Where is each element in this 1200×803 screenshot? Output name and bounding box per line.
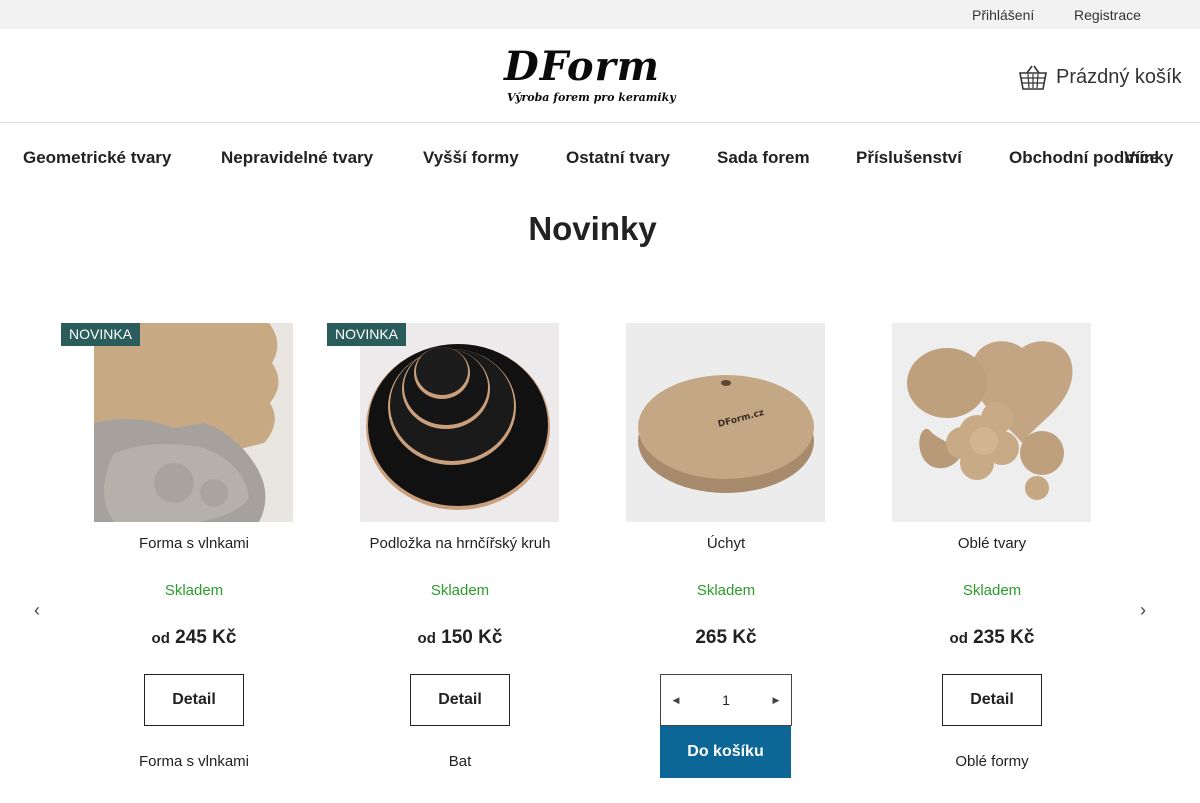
product-card: Oblé tvary Skladem od 235 Kč Detail Oblé… xyxy=(892,323,1092,803)
logo-title: DForm xyxy=(504,43,660,90)
site-header: DForm Výroba forem pro keramiky Prázdný … xyxy=(0,29,1200,123)
stock-status: Skladem xyxy=(430,582,490,599)
login-link[interactable]: Přihlášení xyxy=(972,7,1034,23)
price-value: 150 Kč xyxy=(441,627,503,648)
nav-item-vyssi-formy[interactable]: Vyšší formy xyxy=(423,148,519,168)
product-price: od 235 Kč xyxy=(892,627,1092,649)
nav-more[interactable]: Více xyxy=(1124,148,1159,168)
register-link[interactable]: Registrace xyxy=(1074,7,1141,23)
detail-button[interactable]: Detail xyxy=(942,674,1042,726)
stock-status: Skladem xyxy=(164,582,224,599)
add-to-cart-button[interactable]: Do košíku xyxy=(660,726,791,778)
novinka-badge: NOVINKA xyxy=(327,323,407,346)
product-name[interactable]: Úchyt xyxy=(593,535,859,552)
cart-label: Prázdný košík xyxy=(1056,65,1182,88)
decrease-quantity-button[interactable]: ◀ xyxy=(661,695,691,706)
price-prefix: od xyxy=(949,630,968,647)
product-price: 265 Kč xyxy=(695,627,757,648)
product-image[interactable] xyxy=(94,323,293,522)
next-row-product-name[interactable]: Forma s vlnkami xyxy=(94,753,294,770)
product-image[interactable] xyxy=(360,323,559,522)
price-prefix: od xyxy=(417,630,436,647)
next-row-product-name[interactable]: Oblé formy xyxy=(892,753,1092,770)
next-row-product-name[interactable]: Bat xyxy=(360,753,560,770)
logo-tagline: Výroba forem pro keramiky xyxy=(507,91,676,104)
chevron-left-icon[interactable]: ‹ xyxy=(34,600,40,621)
product-name[interactable]: Oblé tvary xyxy=(859,535,1125,552)
quantity-stepper: ◀ ▶ xyxy=(660,674,792,726)
nav-item-ostatni-tvary[interactable]: Ostatní tvary xyxy=(566,148,670,168)
stock-status: Skladem xyxy=(962,582,1022,599)
detail-button[interactable]: Detail xyxy=(410,674,510,726)
product-card: NOVINKA Forma s vlnkami Skladem od 245 K… xyxy=(61,323,294,803)
product-price: od 245 Kč xyxy=(94,627,294,649)
product-price: od 150 Kč xyxy=(360,627,560,649)
product-name[interactable]: Podložka na hrnčířský kruh xyxy=(327,535,593,552)
product-card: NOVINKA Podložka na hrnčířský kruh Sklad… xyxy=(327,323,560,803)
top-bar: Přihlášení Registrace xyxy=(0,0,1200,29)
basket-icon xyxy=(1019,65,1047,90)
product-card: DForm.cz Úchyt Skladem 265 Kč ◀ ▶ Do koš… xyxy=(626,323,826,803)
quantity-input[interactable] xyxy=(691,692,761,708)
product-name[interactable]: Forma s vlnkami xyxy=(61,535,327,552)
product-image[interactable]: DForm.cz xyxy=(626,323,825,522)
stock-status: Skladem xyxy=(696,582,756,599)
product-image[interactable] xyxy=(892,323,1091,522)
nav-item-sada-forem[interactable]: Sada forem xyxy=(717,148,810,168)
logo[interactable]: DForm Výroba forem pro keramiky xyxy=(504,43,686,109)
price-value: 245 Kč xyxy=(175,627,237,648)
chevron-right-icon[interactable]: › xyxy=(1140,600,1146,621)
nav-item-geometricke-tvary[interactable]: Geometrické tvary xyxy=(23,148,171,168)
detail-button[interactable]: Detail xyxy=(144,674,244,726)
cart-link[interactable]: Prázdný košík xyxy=(1018,62,1182,92)
section-title: Novinky xyxy=(528,210,657,247)
novinka-badge: NOVINKA xyxy=(61,323,141,346)
price-value: 235 Kč xyxy=(973,627,1035,648)
nav-item-nepravidelne-tvary[interactable]: Nepravidelné tvary xyxy=(221,148,373,168)
increase-quantity-button[interactable]: ▶ xyxy=(761,695,791,706)
price-prefix: od xyxy=(151,630,170,647)
nav-item-prislusenstvi[interactable]: Příslušenství xyxy=(856,148,962,168)
main-nav: Geometrické tvary Nepravidelné tvary Vyš… xyxy=(0,123,1200,193)
